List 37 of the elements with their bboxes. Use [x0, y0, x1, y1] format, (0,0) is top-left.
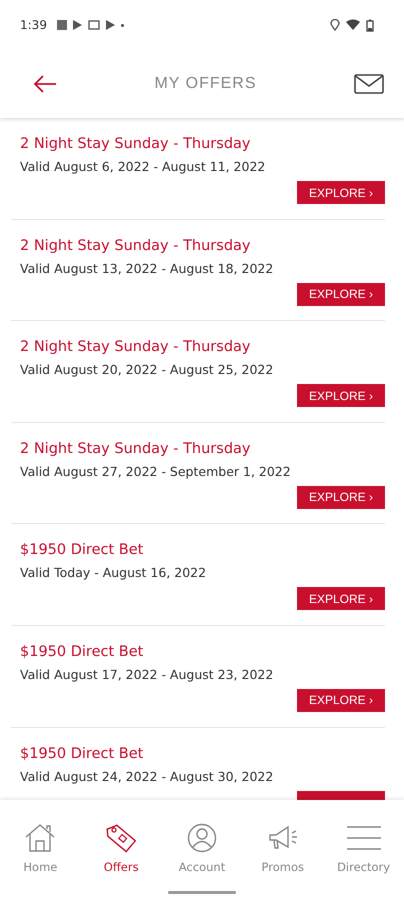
image-icon	[56, 19, 67, 31]
explore-button[interactable]: EXPLORE ›	[297, 282, 385, 306]
nav-tab[interactable]: Home	[0, 822, 81, 900]
nav-tab[interactable]: Offers	[80, 822, 162, 900]
offer-title: 2 Night Stay Sunday - Thursday	[20, 338, 252, 358]
explore-button[interactable]: EXPLORE ›	[297, 384, 385, 408]
page-title: MY OFFERS	[154, 75, 257, 93]
offer-validity: Valid August 13, 2022 - August 18, 2022	[20, 260, 274, 278]
nav-tab[interactable]: Directory	[323, 822, 404, 900]
offer-title: 2 Night Stay Sunday - Thursday	[20, 440, 252, 459]
offer-title: $1950 Direct Bet	[20, 642, 144, 662]
play-icon	[106, 19, 115, 31]
nav-tab[interactable]: Promos	[242, 822, 324, 900]
dot-icon	[120, 24, 124, 26]
status-time: 1:39	[20, 18, 47, 32]
offer-validity: Valid August 27, 2022 - September 1, 2022	[20, 462, 292, 481]
offer-title: 2 Night Stay Sunday - Thursday	[20, 135, 252, 154]
location-icon	[330, 19, 340, 31]
offer-validity: Valid Today - August 16, 2022	[20, 564, 208, 582]
explore-button[interactable]: EXPLORE ›	[297, 486, 385, 509]
tag-icon	[104, 822, 138, 854]
battery-icon	[366, 18, 374, 32]
person-icon	[186, 822, 217, 854]
offer-title: $1950 Direct Bet	[20, 541, 144, 560]
nav-tab[interactable]: Account	[162, 822, 242, 900]
wifi-icon	[346, 19, 360, 31]
offer-validity: Valid August 24, 2022 - August 30, 2022	[20, 768, 274, 786]
explore-button[interactable]: EXPLORE ›	[297, 688, 385, 712]
offer-title: $1950 Direct Bet	[20, 744, 144, 764]
back-icon[interactable]	[33, 75, 57, 93]
explore-button[interactable]: EXPLORE ›	[297, 181, 385, 204]
offer-validity: Valid August 20, 2022 - August 25, 2022	[20, 361, 274, 380]
explore-button[interactable]: EXPLORE ›	[297, 587, 385, 610]
offer-validity: Valid August 17, 2022 - August 23, 2022	[20, 666, 274, 684]
offer-validity: Valid August 6, 2022 - August 11, 2022	[20, 158, 266, 176]
play-icon	[72, 19, 82, 31]
offer-title: 2 Night Stay Sunday - Thursday	[20, 236, 252, 256]
